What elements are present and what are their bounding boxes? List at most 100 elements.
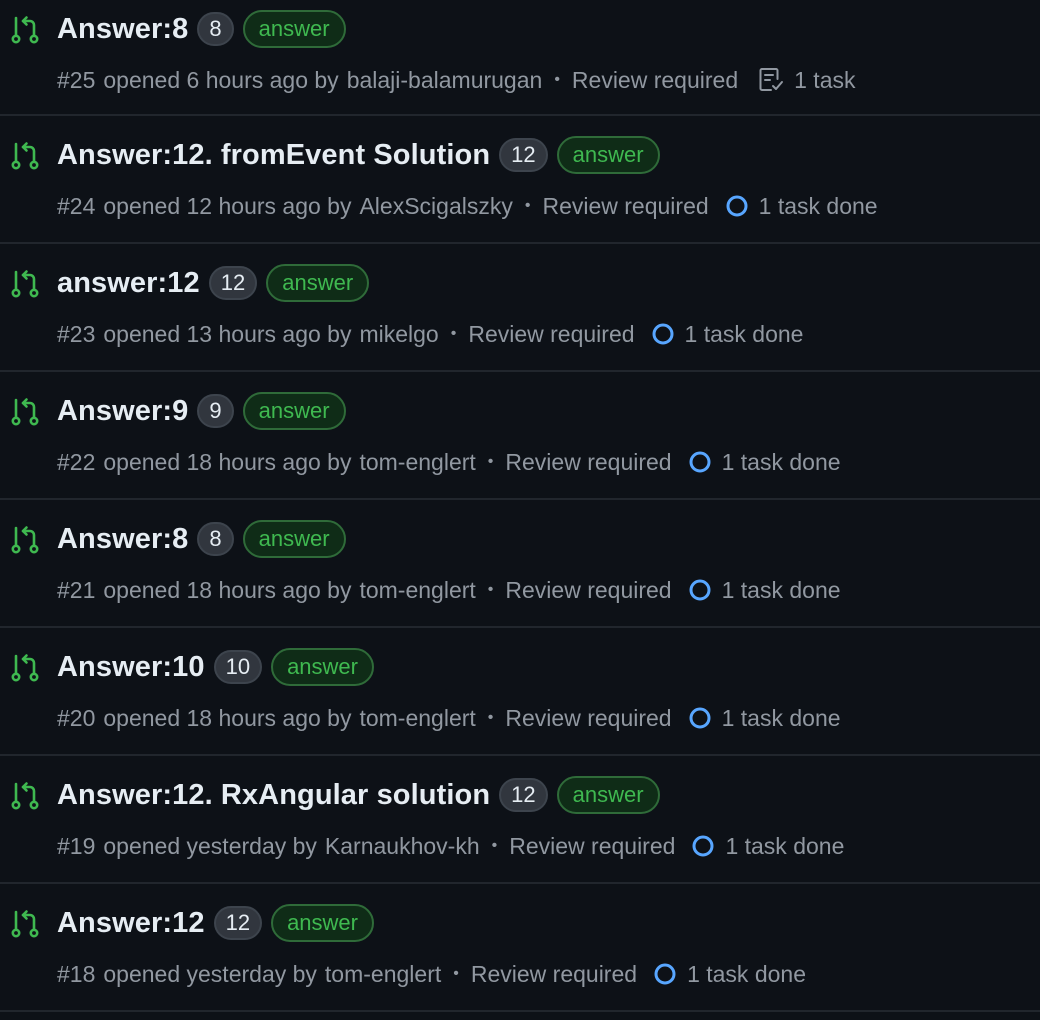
pull-request-title-link[interactable]: answer:12 [57, 267, 200, 300]
author-link[interactable]: tom-englert [325, 961, 441, 988]
progress-ring-icon [652, 323, 674, 345]
pull-request-title-link[interactable]: Answer:12. RxAngular solution [57, 779, 490, 812]
pull-request-row: Answer:12 12 answer #18 opened yesterday… [0, 884, 1040, 1012]
pull-request-title-link[interactable]: Answer:12. fromEvent Solution [57, 139, 490, 172]
progress-ring-icon [689, 707, 711, 729]
opened-text: opened 18 hours ago by [103, 576, 352, 603]
pull-request-row: Answer:10 10 answer #20 opened 18 hours … [0, 628, 1040, 756]
task-status[interactable]: 1 task done [759, 193, 878, 220]
checklist-icon [759, 68, 784, 91]
task-status[interactable]: 1 task done [725, 833, 844, 860]
task-status[interactable]: 1 task done [722, 577, 841, 604]
git-pull-request-icon [11, 16, 39, 44]
label-answer[interactable]: answer [556, 776, 660, 814]
opened-text: opened 13 hours ago by [103, 320, 352, 347]
review-status[interactable]: Review required [542, 193, 708, 220]
title-line: Answer:8 8 answer [57, 519, 346, 559]
task-status[interactable]: 1 task done [687, 961, 806, 988]
pull-request-row: Answer:8 8 answer #21 opened 18 hours ag… [0, 500, 1040, 628]
pull-request-number: #20 [57, 704, 96, 731]
pull-request-title-link[interactable]: Answer:8 [57, 13, 188, 46]
author-link[interactable]: balaji-balamurugan [347, 67, 543, 94]
title-line: Answer:9 9 answer [57, 391, 346, 431]
comment-count-badge[interactable]: 12 [499, 138, 548, 172]
opened-text: opened 6 hours ago by [103, 66, 339, 93]
label-answer[interactable]: answer [242, 392, 346, 430]
title-line: Answer:10 10 answer [57, 647, 374, 687]
label-answer[interactable]: answer [242, 520, 346, 558]
label-answer[interactable]: answer [242, 10, 346, 48]
comment-count-badge[interactable]: 12 [213, 906, 263, 940]
git-pull-request-icon [11, 782, 39, 810]
pull-request-number: #22 [57, 448, 96, 475]
meta-line: #18 opened yesterday by tom-englert • Re… [57, 957, 806, 991]
meta-line: #20 opened 18 hours ago by tom-englert •… [57, 701, 841, 735]
separator-dot: • [524, 197, 531, 214]
pull-request-title-link[interactable]: Answer:9 [57, 395, 188, 428]
git-pull-request-icon [11, 398, 39, 426]
task-status[interactable]: 1 task done [722, 449, 841, 476]
opened-text: opened yesterday by [103, 832, 317, 859]
pull-request-row: Answer:12. fromEvent Solution 12 answer … [0, 116, 1040, 244]
opened-text: opened 18 hours ago by [103, 704, 352, 731]
progress-ring-icon [654, 963, 676, 985]
title-line: Answer:8 8 answer [57, 9, 346, 49]
meta-line: #19 opened yesterday by Karnaukhov-kh • … [57, 829, 844, 863]
opened-text: opened 12 hours ago by [103, 192, 352, 219]
comment-count-badge[interactable]: 9 [197, 394, 234, 428]
separator-dot: • [554, 71, 560, 88]
pull-request-title-link[interactable]: Answer:12 [57, 907, 205, 940]
title-line: answer:12 12 answer [57, 263, 370, 303]
comment-count-badge[interactable]: 10 [213, 650, 263, 684]
meta-line: #21 opened 18 hours ago by tom-englert •… [57, 573, 841, 607]
progress-ring-icon [692, 835, 714, 857]
pull-request-title-link[interactable]: Answer:8 [57, 523, 188, 556]
pull-request-number: #25 [57, 66, 96, 93]
progress-ring-icon [726, 195, 748, 217]
review-status[interactable]: Review required [505, 705, 671, 732]
comment-count-badge[interactable]: 8 [197, 522, 234, 556]
review-status[interactable]: Review required [468, 321, 634, 348]
pull-request-title-link[interactable]: Answer:10 [57, 651, 205, 684]
comment-count-badge[interactable]: 12 [499, 778, 548, 812]
review-status[interactable]: Review required [505, 449, 671, 476]
author-link[interactable]: tom-englert [359, 449, 475, 476]
author-link[interactable]: tom-englert [359, 577, 475, 604]
opened-text: opened 18 hours ago by [103, 448, 352, 475]
git-pull-request-icon [11, 526, 39, 554]
author-link[interactable]: mikelgo [359, 321, 438, 348]
label-answer[interactable]: answer [271, 648, 374, 686]
task-status[interactable]: 1 task [794, 67, 855, 94]
label-answer[interactable]: answer [266, 264, 370, 302]
task-status[interactable]: 1 task done [722, 705, 841, 732]
meta-line: #23 opened 13 hours ago by mikelgo • Rev… [57, 317, 803, 351]
pull-request-number: #21 [57, 576, 96, 603]
separator-dot: • [487, 453, 494, 470]
pull-request-row: Answer:9 9 answer #22 opened 18 hours ag… [0, 372, 1040, 500]
task-status[interactable]: 1 task done [685, 321, 804, 348]
author-link[interactable]: tom-englert [359, 705, 475, 732]
title-line: Answer:12 12 answer [57, 903, 374, 943]
pull-request-row: Answer:12. RxAngular solution 12 answer … [0, 756, 1040, 884]
author-link[interactable]: AlexScigalszky [359, 193, 512, 220]
review-status[interactable]: Review required [572, 67, 738, 94]
separator-dot: • [487, 709, 494, 726]
review-status[interactable]: Review required [471, 961, 637, 988]
meta-line: #25 opened 6 hours ago by balaji-balamur… [57, 63, 856, 97]
opened-text: opened yesterday by [103, 960, 317, 987]
comment-count-badge[interactable]: 12 [208, 266, 258, 300]
review-status[interactable]: Review required [509, 833, 675, 860]
pull-request-number: #19 [57, 832, 96, 859]
git-pull-request-icon [11, 910, 39, 938]
author-link[interactable]: Karnaukhov-kh [325, 833, 480, 860]
meta-line: #24 opened 12 hours ago by AlexScigalszk… [57, 189, 878, 223]
pull-request-list: Answer:8 8 answer #25 opened 6 hours ago… [0, 0, 1040, 1020]
pull-request-row: answer:12 12 answer #23 opened 13 hours … [0, 244, 1040, 372]
review-status[interactable]: Review required [505, 577, 671, 604]
label-answer[interactable]: answer [271, 904, 374, 942]
label-answer[interactable]: answer [556, 136, 660, 174]
separator-dot: • [491, 837, 498, 854]
comment-count-badge[interactable]: 8 [197, 12, 234, 46]
separator-dot: • [487, 581, 494, 598]
git-pull-request-icon [11, 270, 39, 298]
